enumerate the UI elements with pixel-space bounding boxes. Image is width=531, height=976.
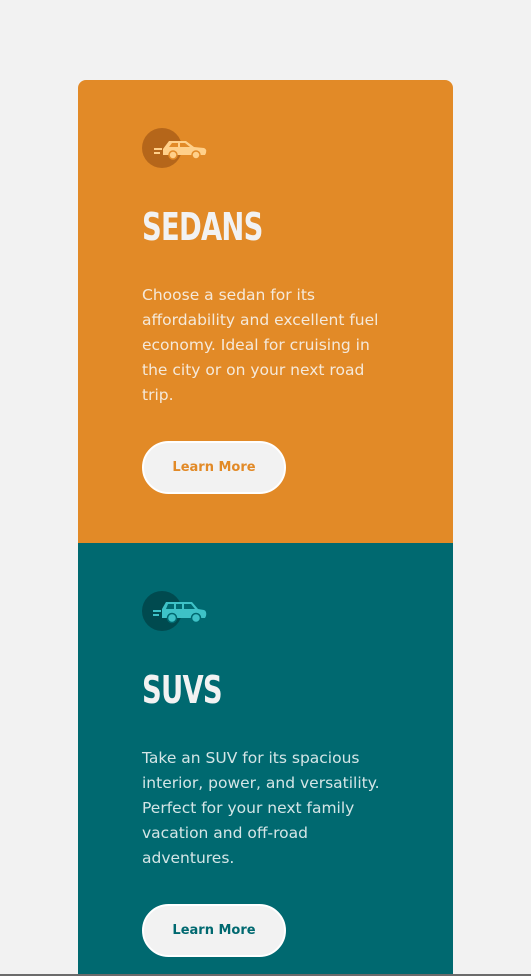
suvs-description: Take an SUV for its spacious interior, p… (142, 749, 380, 867)
suvs-learn-more-button[interactable]: Learn More (142, 904, 286, 957)
sedans-learn-more-button[interactable]: Learn More (142, 441, 286, 494)
sedans-description: Choose a sedan for its affordability and… (142, 286, 379, 404)
suvs-title: SUVS (142, 668, 223, 712)
suv-icon (142, 591, 208, 631)
sedan-icon (142, 128, 208, 168)
suvs-card: SUVS Take an SUV for its spacious interi… (78, 543, 453, 976)
sedans-title: SEDANS (142, 205, 263, 249)
page: { "cards": [ { "id": "sedans", "icon": "… (0, 0, 531, 976)
sedans-card: SEDANS Choose a sedan for its affordabil… (78, 80, 453, 543)
